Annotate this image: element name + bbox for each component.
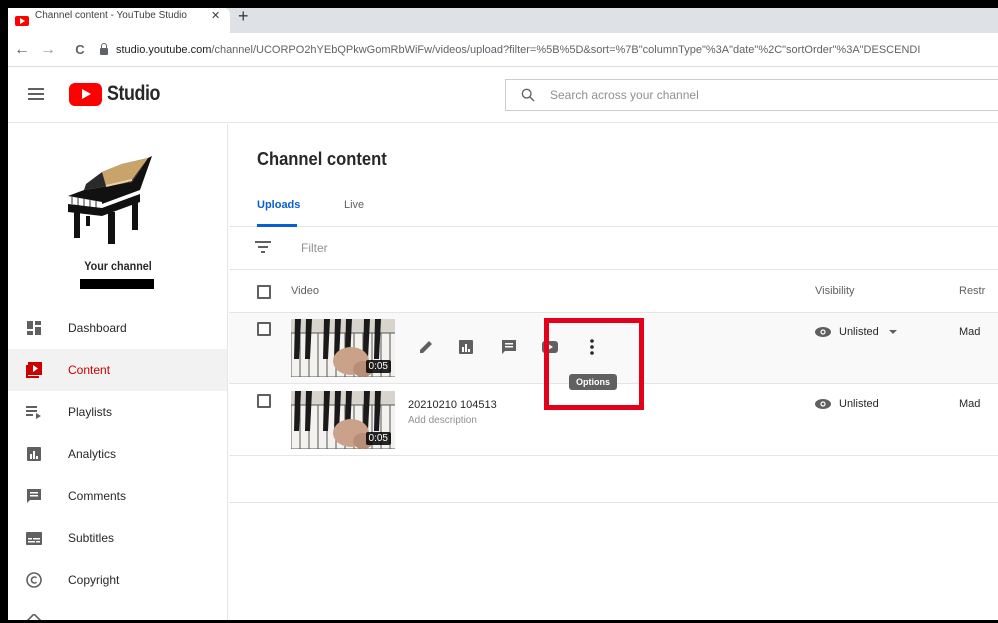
sidebar-item-analytics[interactable]: Analytics: [8, 433, 227, 475]
sidebar-item-label: Copyright: [68, 573, 120, 587]
studio-header: Studio: [8, 67, 998, 123]
redacted-channel-name: [80, 279, 154, 289]
tab-close-icon[interactable]: ✕: [211, 9, 225, 22]
chevron-down-icon: [888, 330, 897, 334]
sidebar-item-label: Dashboard: [68, 321, 127, 335]
sidebar-item-comments[interactable]: Comments: [8, 475, 227, 517]
content-icon: [25, 361, 43, 379]
studio-logo[interactable]: Studio: [69, 82, 169, 106]
sidebar-item-copyright[interactable]: Copyright: [8, 559, 227, 601]
analytics-icon[interactable]: [454, 335, 478, 359]
comments-icon: [25, 487, 43, 505]
analytics-icon: [25, 445, 43, 463]
channel-label: Your channel: [84, 259, 152, 273]
edit-icon[interactable]: [414, 335, 438, 359]
browser-tab-title: Channel content - YouTube Studio: [35, 10, 187, 21]
youtube-favicon-icon: [15, 15, 29, 26]
playlists-icon: [25, 403, 43, 421]
url-path: /channel/UCORPO2hYEbQPkwGomRbWiFw/videos…: [211, 44, 921, 56]
content-tabs: Uploads Live: [229, 189, 998, 227]
select-all-checkbox[interactable]: [257, 285, 271, 299]
reload-button[interactable]: C: [68, 42, 92, 57]
highlight-box: [544, 318, 644, 410]
video-description[interactable]: Add description: [408, 415, 477, 426]
lock-icon: [100, 43, 108, 55]
browser-tab[interactable]: Channel content - YouTube Studio ✕: [8, 8, 230, 33]
search-box[interactable]: [505, 79, 998, 111]
comments-icon[interactable]: [497, 335, 521, 359]
logo-text: Studio: [107, 82, 160, 105]
url-domain: studio.youtube.com: [116, 44, 212, 56]
browser-toolbar: ← → C studio.youtube.com/channel/UCORPO2…: [8, 33, 998, 67]
visibility-status[interactable]: Unlisted: [815, 398, 879, 410]
page-title: Channel content: [257, 149, 387, 169]
sidebar-item-label: Playlists: [68, 405, 113, 419]
column-restrictions[interactable]: Restr: [959, 285, 985, 297]
sidebar-item-subtitles[interactable]: Subtitles: [8, 517, 227, 559]
filter-icon[interactable]: [255, 241, 271, 253]
sidebar-item-label: Comments: [68, 489, 127, 503]
filter-bar[interactable]: Filter: [229, 227, 998, 270]
video-duration: 0:05: [365, 360, 391, 373]
column-video[interactable]: Video: [291, 285, 319, 297]
channel-avatar[interactable]: [62, 144, 154, 244]
visibility-label: Unlisted: [839, 398, 879, 410]
restrictions-value: Mad: [959, 326, 981, 338]
row-checkbox[interactable]: [257, 394, 271, 408]
dashboard-icon: [25, 319, 43, 337]
subtitles-icon: [25, 529, 43, 547]
forward-button[interactable]: →: [36, 41, 60, 59]
sidebar-item-label: Analytics: [68, 447, 117, 461]
visibility-label: Unlisted: [839, 326, 879, 338]
youtube-logo-icon: [69, 82, 102, 106]
sidebar-item-label: Subtitles: [68, 531, 115, 545]
browser-tab-bar: Channel content - YouTube Studio ✕ +: [8, 6, 998, 33]
sidebar-item-playlists[interactable]: Playlists: [8, 391, 227, 433]
sidebar-item-content[interactable]: Content: [8, 349, 227, 391]
tab-live[interactable]: Live: [344, 199, 364, 211]
video-title[interactable]: 20210210 104513: [408, 399, 497, 411]
filter-input[interactable]: Filter: [301, 241, 328, 255]
divider: [229, 502, 998, 503]
back-button[interactable]: ←: [10, 41, 34, 59]
tab-uploads[interactable]: Uploads: [257, 199, 300, 211]
row-checkbox[interactable]: [257, 322, 271, 336]
restrictions-value: Mad: [959, 398, 981, 410]
video-duration: 0:05: [365, 432, 391, 445]
sidebar: Your channel Dashboard Content Playlists…: [8, 124, 228, 623]
sidebar-item-partial[interactable]: [8, 601, 227, 623]
new-tab-button[interactable]: +: [238, 6, 249, 27]
copyright-icon: [25, 571, 43, 589]
sidebar-item-label: Content: [68, 363, 111, 377]
sidebar-item-dashboard[interactable]: Dashboard: [8, 307, 227, 349]
search-icon: [521, 88, 535, 102]
video-thumbnail[interactable]: 0:05: [291, 391, 395, 449]
monetization-icon: [25, 613, 43, 623]
visibility-dropdown[interactable]: Unlisted: [815, 326, 897, 338]
eye-icon: [815, 327, 831, 337]
menu-icon[interactable]: [28, 88, 44, 100]
eye-icon: [815, 399, 831, 409]
column-visibility[interactable]: Visibility: [815, 285, 855, 297]
search-input[interactable]: [550, 88, 950, 102]
table-header: Video Visibility Restr: [229, 270, 998, 313]
address-bar[interactable]: studio.youtube.com/channel/UCORPO2hYEbQP…: [100, 38, 998, 62]
video-thumbnail[interactable]: 0:05: [291, 319, 395, 377]
